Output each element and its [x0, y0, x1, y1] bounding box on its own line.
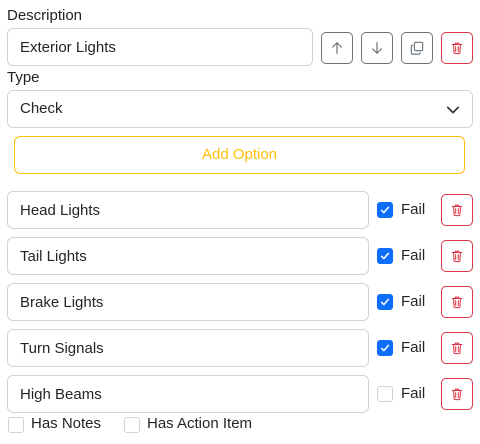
- fail-checkbox[interactable]: [377, 386, 393, 402]
- trash-icon: [451, 342, 463, 355]
- delete-option-button[interactable]: [441, 240, 473, 272]
- has-action-item-label: Has Action Item: [147, 415, 253, 432]
- fail-label: Fail: [401, 293, 426, 310]
- type-label: Type: [7, 69, 40, 86]
- trash-icon: [451, 296, 463, 309]
- chevron-down-icon: [446, 106, 460, 114]
- delete-option-button[interactable]: [441, 194, 473, 226]
- option-input[interactable]: [7, 375, 369, 413]
- copy-icon: [410, 41, 424, 55]
- has-notes-checkbox[interactable]: [8, 417, 24, 433]
- trash-icon: [451, 42, 463, 55]
- checkmark-icon: [380, 298, 390, 306]
- option-input[interactable]: [7, 237, 369, 275]
- fail-label: Fail: [401, 339, 426, 356]
- move-up-button[interactable]: [321, 32, 353, 64]
- option-input[interactable]: [7, 329, 369, 367]
- add-option-button[interactable]: Add Option: [14, 136, 465, 174]
- description-input[interactable]: [7, 28, 313, 66]
- delete-option-button[interactable]: [441, 332, 473, 364]
- checkmark-icon: [380, 206, 390, 214]
- fail-checkbox[interactable]: [377, 294, 393, 310]
- fail-checkbox[interactable]: [377, 340, 393, 356]
- has-action-item-checkbox[interactable]: [124, 417, 140, 433]
- trash-icon: [451, 388, 463, 401]
- fail-label: Fail: [401, 201, 426, 218]
- option-input[interactable]: [7, 191, 369, 229]
- option-input[interactable]: [7, 283, 369, 321]
- delete-option-button[interactable]: [441, 286, 473, 318]
- arrow-down-icon: [372, 42, 382, 54]
- fail-label: Fail: [401, 247, 426, 264]
- fail-checkbox[interactable]: [377, 248, 393, 264]
- has-notes-label: Has Notes: [31, 415, 102, 432]
- move-down-button[interactable]: [361, 32, 393, 64]
- duplicate-button[interactable]: [401, 32, 433, 64]
- description-label: Description: [7, 7, 83, 24]
- delete-option-button[interactable]: [441, 378, 473, 410]
- type-select[interactable]: Check: [7, 90, 473, 128]
- fail-label: Fail: [401, 385, 426, 402]
- delete-question-button[interactable]: [441, 32, 473, 64]
- trash-icon: [451, 204, 463, 217]
- checkmark-icon: [380, 252, 390, 260]
- fail-checkbox[interactable]: [377, 202, 393, 218]
- arrow-up-icon: [332, 42, 342, 54]
- trash-icon: [451, 250, 463, 263]
- type-select-value: Check: [20, 100, 63, 117]
- checkmark-icon: [380, 344, 390, 352]
